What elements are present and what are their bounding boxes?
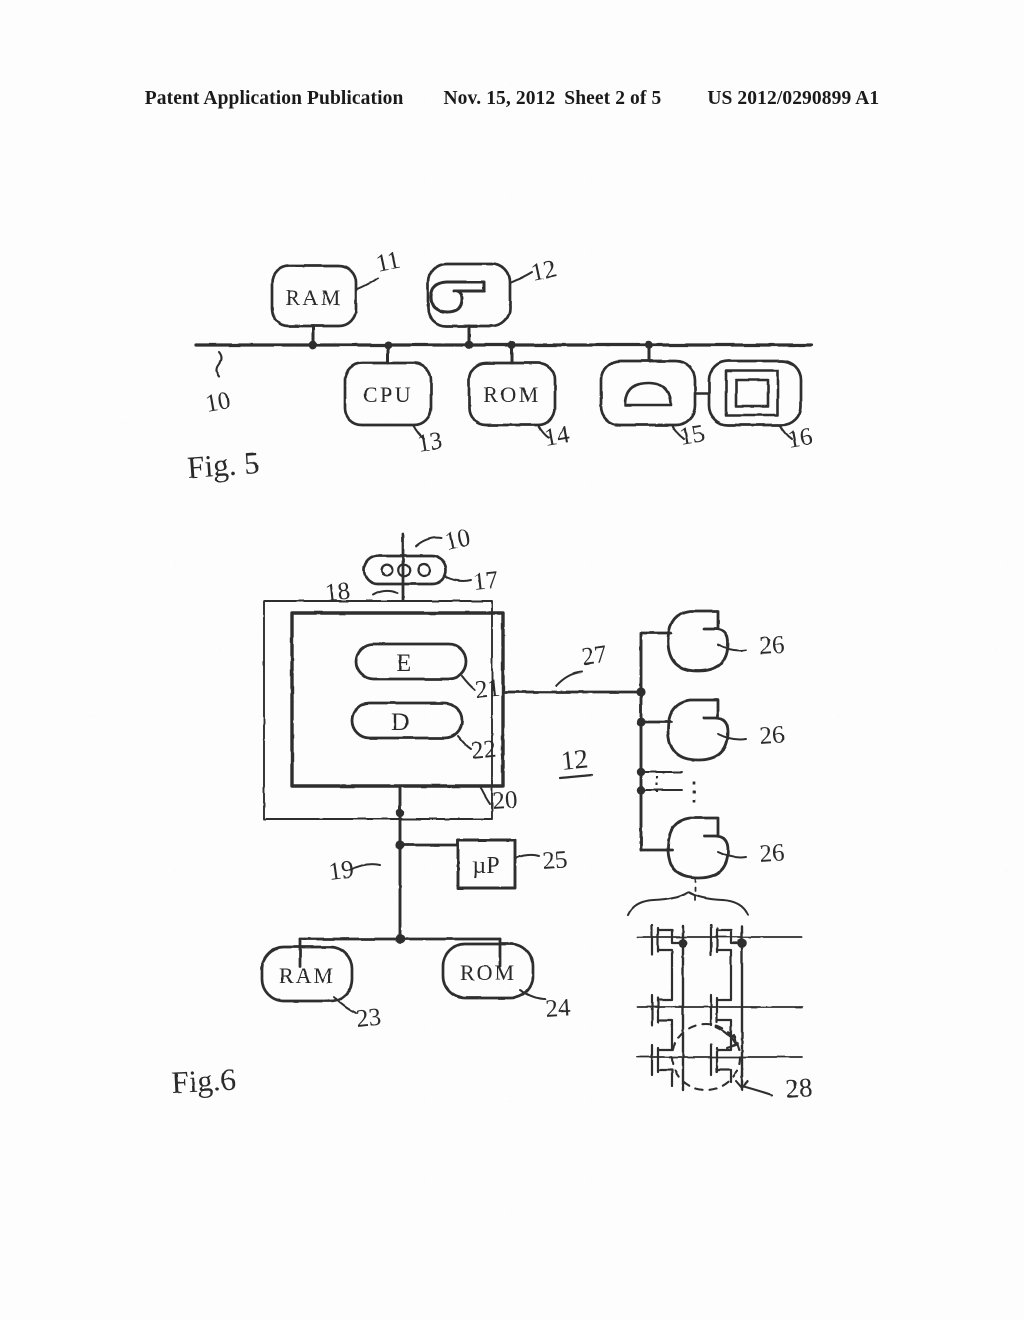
ref-24: 24 [545, 994, 572, 1023]
fig6-array-brace [626, 890, 750, 917]
label-ram-11: RAM [285, 285, 343, 310]
ref-16: 16 [785, 423, 814, 454]
fig6-connector-17 [362, 554, 472, 586]
ref-22: 22 [470, 736, 498, 765]
fig6-pill-decoder-22 [350, 701, 472, 750]
ref-25: 25 [542, 846, 569, 875]
fig5-caption: Fig. 5 [186, 445, 261, 485]
figure-6 [260, 532, 803, 1097]
ref-28: 28 [784, 1072, 813, 1104]
label-cpu-13: CPU [363, 382, 413, 407]
fig6-assembly-label-12: 12 [558, 743, 594, 780]
ref-fig6-10: 10 [443, 524, 473, 556]
ref-26-c: 26 [759, 839, 786, 868]
fig6-pill-encoder-21 [354, 642, 476, 691]
label-encoder-21: E [396, 650, 411, 677]
fig6-transducer-26-c [666, 816, 747, 901]
ref-15: 15 [677, 420, 706, 451]
fig5-bus-10 [194, 340, 814, 379]
ref-17: 17 [472, 567, 500, 596]
ref-27: 27 [580, 641, 609, 671]
fig5-block-transducer-12 [426, 262, 533, 347]
ref-19: 19 [327, 856, 356, 886]
drawing-sheet: Patent Application Publication Nov. 15, 2… [0, 0, 1024, 1320]
fig6-transducer-bus [636, 631, 683, 852]
label-microprocessor-25: µP [472, 853, 499, 879]
ref-12-assembly: 12 [559, 743, 589, 776]
ref-14: 14 [542, 421, 572, 452]
label-rom-24: ROM [460, 960, 516, 985]
fig6-transducer-26-a [666, 609, 747, 673]
ref-23: 23 [355, 1004, 383, 1033]
ref-13: 13 [415, 427, 444, 458]
label-rom-14: ROM [483, 382, 541, 407]
fig6-signal-line-27 [501, 671, 643, 694]
patent-figures: 10 11 12 13 14 15 16 RAM CPU ROM Fig. 5 [171, 246, 815, 1104]
ref-11: 11 [374, 246, 403, 277]
ref-18: 18 [324, 578, 352, 607]
ellipsis-bus: ⋮ [647, 773, 667, 795]
fig6-caption: Fig.6 [171, 1062, 237, 1100]
ref-12: 12 [529, 255, 559, 287]
ellipsis-transducers: ⋮ [681, 777, 707, 806]
ref-26-b: 26 [759, 721, 786, 750]
fig6-transistor-array-28 [636, 923, 803, 1097]
fig6-transducer-26-b [666, 698, 747, 762]
label-decoder-22: D [391, 709, 409, 736]
ref-10: 10 [203, 387, 232, 418]
ref-21: 21 [474, 675, 502, 704]
ref-26-a: 26 [759, 631, 786, 660]
ref-20: 20 [492, 786, 519, 815]
label-ram-23: RAM [279, 963, 335, 988]
